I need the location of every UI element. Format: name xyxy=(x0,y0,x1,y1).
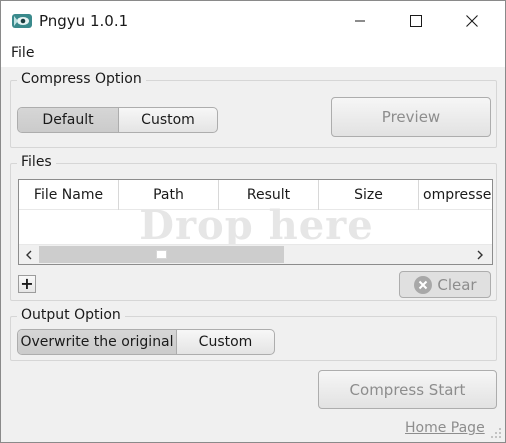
menu-bar: File xyxy=(1,41,505,67)
column-path[interactable]: Path xyxy=(119,180,219,210)
app-window: Pngyu 1.0.1 File Compress Option Default… xyxy=(0,0,506,443)
scrollbar-thumb[interactable] xyxy=(39,246,284,263)
output-option-group: Output Option Overwrite the original Cus… xyxy=(10,307,497,361)
column-size[interactable]: Size xyxy=(319,180,419,210)
clear-icon xyxy=(414,275,433,294)
chevron-left-icon xyxy=(26,250,32,260)
files-table[interactable]: File Name Path Result Size ompressec Dro… xyxy=(18,179,493,265)
table-header: File Name Path Result Size ompressec xyxy=(19,180,492,210)
title-bar[interactable]: Pngyu 1.0.1 xyxy=(1,1,505,41)
clear-label: Clear xyxy=(437,275,477,294)
column-result[interactable]: Result xyxy=(219,180,319,210)
add-file-button[interactable]: + xyxy=(18,275,36,293)
home-page-link[interactable]: Home Page xyxy=(405,420,485,436)
compress-custom-button[interactable]: Custom xyxy=(118,108,217,132)
compress-option-group: Compress Option Default Custom Preview xyxy=(10,71,497,148)
column-file-name[interactable]: File Name xyxy=(19,180,119,210)
menu-file[interactable]: File xyxy=(11,45,34,61)
scrollbar-grip xyxy=(156,250,167,259)
maximize-icon xyxy=(410,15,422,27)
output-mode-selector: Overwrite the original Custom xyxy=(17,329,275,355)
compress-mode-selector: Default Custom xyxy=(17,107,218,133)
compress-default-button[interactable]: Default xyxy=(18,108,118,132)
scroll-right-button[interactable] xyxy=(472,247,488,263)
window-title: Pngyu 1.0.1 xyxy=(39,12,129,30)
output-option-title: Output Option xyxy=(17,307,125,323)
chevron-right-icon xyxy=(477,250,483,260)
files-title: Files xyxy=(17,154,56,170)
output-overwrite-button[interactable]: Overwrite the original xyxy=(18,330,176,354)
scroll-left-button[interactable] xyxy=(21,247,37,263)
minimize-button[interactable] xyxy=(337,1,383,41)
close-icon xyxy=(466,15,478,27)
pngyu-app-icon xyxy=(12,12,32,30)
minimize-icon xyxy=(355,20,365,22)
horizontal-scrollbar[interactable] xyxy=(19,244,492,264)
files-group: Files File Name Path Result Size ompress… xyxy=(10,154,497,301)
compress-option-title: Compress Option xyxy=(17,71,146,87)
maximize-button[interactable] xyxy=(393,1,439,41)
clear-button[interactable]: Clear xyxy=(399,271,491,298)
close-button[interactable] xyxy=(449,1,495,41)
compress-start-button[interactable]: Compress Start xyxy=(318,370,497,409)
output-custom-button[interactable]: Custom xyxy=(176,330,274,354)
preview-button[interactable]: Preview xyxy=(331,97,491,137)
resize-grip-icon[interactable] xyxy=(490,427,502,439)
column-compressed[interactable]: ompressec xyxy=(419,180,492,210)
